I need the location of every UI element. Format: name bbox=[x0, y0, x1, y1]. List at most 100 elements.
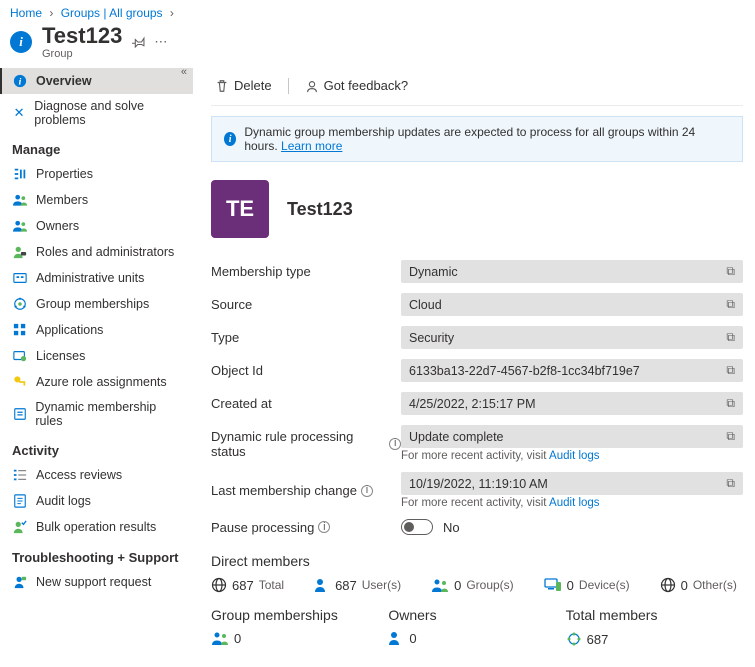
licenses-icon bbox=[12, 348, 28, 364]
sidebar-item-new-request[interactable]: New support request bbox=[0, 569, 193, 595]
label-last-change: Last membership change i bbox=[211, 483, 401, 498]
nav-label: Members bbox=[36, 193, 88, 207]
feedback-icon bbox=[305, 79, 319, 93]
stat-total[interactable]: 687 Total bbox=[211, 577, 284, 593]
sidebar-item-access-reviews[interactable]: Access reviews bbox=[0, 462, 193, 488]
helper-last-change: For more recent activity, visit Audit lo… bbox=[401, 497, 743, 509]
toolbar: Delete Got feedback? bbox=[211, 68, 743, 105]
nav-label: Owners bbox=[36, 219, 79, 233]
admin-units-icon bbox=[12, 270, 28, 286]
properties-icon bbox=[12, 166, 28, 182]
nav-label: Properties bbox=[36, 167, 93, 181]
sidebar-item-members[interactable]: Members bbox=[0, 187, 193, 213]
learn-more-link[interactable]: Learn more bbox=[281, 139, 342, 153]
copy-icon[interactable]: ⧉ bbox=[726, 330, 735, 345]
delete-button[interactable]: Delete bbox=[211, 76, 276, 95]
stat-groups[interactable]: 0 Group(s) bbox=[431, 577, 514, 593]
memberships-icon bbox=[12, 296, 28, 312]
stat-memberships[interactable]: 0 bbox=[211, 631, 388, 646]
stat-others[interactable]: 0 Other(s) bbox=[660, 577, 737, 593]
chevron-icon: › bbox=[170, 6, 174, 20]
pause-toggle[interactable] bbox=[401, 519, 433, 535]
copy-icon[interactable]: ⧉ bbox=[726, 429, 735, 444]
bulk-icon bbox=[12, 519, 28, 535]
nav-label: Overview bbox=[36, 74, 92, 88]
sidebar-item-overview[interactable]: i Overview bbox=[0, 68, 193, 94]
group-memberships-title: Group memberships bbox=[211, 607, 388, 623]
total-icon bbox=[566, 631, 582, 647]
copy-icon[interactable]: ⧉ bbox=[726, 476, 735, 491]
group-icon bbox=[431, 578, 449, 593]
main-content: Delete Got feedback? i Dynamic group mem… bbox=[193, 68, 755, 667]
more-icon[interactable]: ⋯ bbox=[154, 34, 169, 50]
audit-logs-link[interactable]: Audit logs bbox=[549, 497, 600, 509]
owners-title: Owners bbox=[388, 607, 565, 623]
sidebar-item-azure-roles[interactable]: Azure role assignments bbox=[0, 369, 193, 395]
breadcrumb: Home › Groups | All groups › bbox=[0, 0, 755, 22]
info-banner: i Dynamic group membership updates are e… bbox=[211, 116, 743, 162]
page-title-row: i Test123 Group ⋯ bbox=[0, 22, 755, 68]
logs-icon bbox=[12, 493, 28, 509]
value-status: Update complete ⧉ bbox=[401, 425, 743, 448]
breadcrumb-groups[interactable]: Groups | All groups bbox=[61, 6, 163, 20]
value-created: 4/25/2022, 2:15:17 PM ⧉ bbox=[401, 392, 743, 415]
stat-users[interactable]: 687 User(s) bbox=[314, 577, 401, 593]
breadcrumb-home[interactable]: Home bbox=[10, 6, 42, 20]
sidebar-item-bulk-results[interactable]: Bulk operation results bbox=[0, 514, 193, 540]
nav-header-manage: Manage bbox=[0, 132, 193, 161]
page-title: Test123 bbox=[42, 24, 122, 48]
sidebar-item-licenses[interactable]: Licenses bbox=[0, 343, 193, 369]
audit-logs-link[interactable]: Audit logs bbox=[549, 450, 600, 462]
stat-devices[interactable]: 0 Device(s) bbox=[544, 577, 630, 593]
label-type: Type bbox=[211, 330, 401, 345]
copy-icon[interactable]: ⧉ bbox=[726, 264, 735, 279]
group-avatar: TE bbox=[211, 180, 269, 238]
user-icon bbox=[314, 578, 330, 593]
info-icon[interactable]: i bbox=[389, 438, 401, 450]
sidebar-item-dynamic-rules[interactable]: Dynamic membership rules bbox=[0, 395, 193, 433]
sidebar-item-audit-logs[interactable]: Audit logs bbox=[0, 488, 193, 514]
sidebar-item-properties[interactable]: Properties bbox=[0, 161, 193, 187]
nav-label: Dynamic membership rules bbox=[35, 400, 181, 428]
feedback-button[interactable]: Got feedback? bbox=[301, 76, 413, 95]
value-object-id: 6133ba13-22d7-4567-b2f8-1cc34bf719e7 ⧉ bbox=[401, 359, 743, 382]
sidebar: « i Overview ✕ Diagnose and solve proble… bbox=[0, 68, 193, 667]
label-source: Source bbox=[211, 297, 401, 312]
nav-label: Access reviews bbox=[36, 468, 122, 482]
nav-label: Bulk operation results bbox=[36, 520, 156, 534]
stat-total-members[interactable]: 687 bbox=[566, 631, 743, 647]
info-icon[interactable]: i bbox=[361, 485, 373, 497]
helper-status: For more recent activity, visit Audit lo… bbox=[401, 450, 743, 462]
sidebar-item-group-memberships[interactable]: Group memberships bbox=[0, 291, 193, 317]
sidebar-item-diagnose[interactable]: ✕ Diagnose and solve problems bbox=[0, 94, 193, 132]
roles-icon bbox=[12, 244, 28, 260]
support-icon bbox=[12, 574, 28, 590]
globe-icon bbox=[211, 577, 227, 593]
sidebar-item-admin-units[interactable]: Administrative units bbox=[0, 265, 193, 291]
applications-icon bbox=[12, 322, 28, 338]
copy-icon[interactable]: ⧉ bbox=[726, 363, 735, 378]
nav-label: Applications bbox=[36, 323, 103, 337]
direct-members-title: Direct members bbox=[211, 553, 743, 569]
collapse-icon[interactable]: « bbox=[181, 66, 187, 78]
pin-icon[interactable] bbox=[132, 35, 146, 49]
label-membership-type: Membership type bbox=[211, 264, 401, 279]
info-icon: i bbox=[224, 132, 236, 146]
info-icon[interactable]: i bbox=[318, 521, 330, 533]
group-icon bbox=[211, 631, 229, 646]
label-object-id: Object Id bbox=[211, 363, 401, 378]
toolbar-divider bbox=[288, 78, 289, 94]
copy-icon[interactable]: ⧉ bbox=[726, 396, 735, 411]
copy-icon[interactable]: ⧉ bbox=[726, 297, 735, 312]
value-source: Cloud ⧉ bbox=[401, 293, 743, 316]
rules-icon bbox=[12, 406, 27, 422]
page-subtitle: Group bbox=[42, 48, 122, 60]
sidebar-item-roles[interactable]: Roles and administrators bbox=[0, 239, 193, 265]
sidebar-item-applications[interactable]: Applications bbox=[0, 317, 193, 343]
nav-header-activity: Activity bbox=[0, 433, 193, 462]
sidebar-item-owners[interactable]: Owners bbox=[0, 213, 193, 239]
value-last-change: 10/19/2022, 11:19:10 AM ⧉ bbox=[401, 472, 743, 495]
nav-label: Administrative units bbox=[36, 271, 144, 285]
stat-owners[interactable]: 0 bbox=[388, 631, 565, 646]
nav-label: Audit logs bbox=[36, 494, 91, 508]
